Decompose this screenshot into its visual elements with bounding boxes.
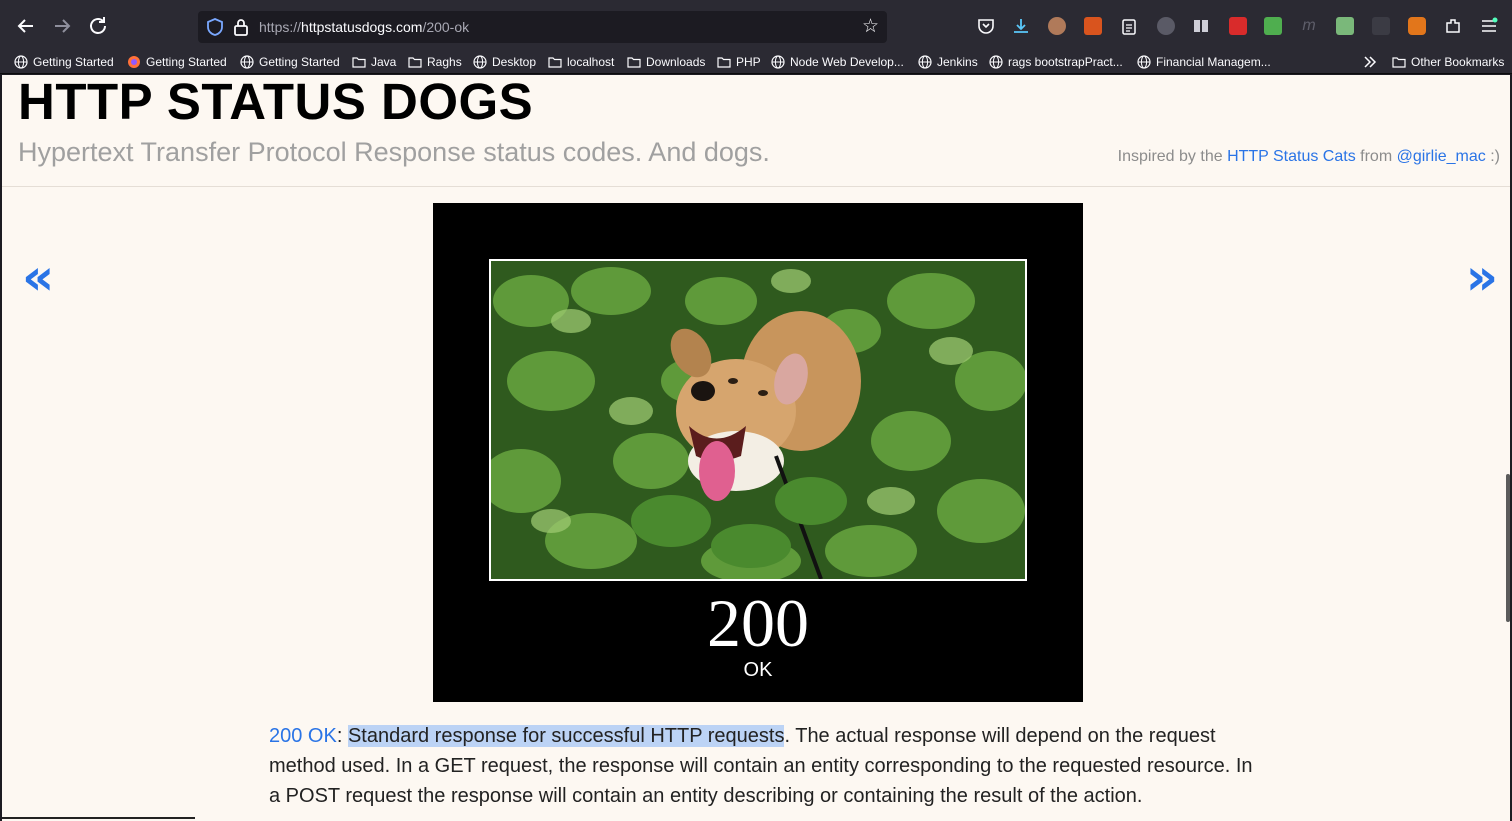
browser-toolbar: https://httpstatusdogs.com/200-ok ☆ m [0,0,1512,50]
arrow-right-icon [55,19,71,33]
next-arrow-link[interactable]: » [1466,249,1498,305]
folder-icon [548,57,562,68]
status-code-link[interactable]: 200 OK [269,725,337,747]
extensions-puzzle-icon[interactable] [1444,17,1462,35]
firefox-icon [128,56,140,68]
globe-icon [14,55,28,69]
bookmark-jenkins[interactable]: Jenkins [918,53,978,71]
highlighted-text: Standard response for successful HTTP re… [347,725,785,747]
globe-icon [771,55,785,69]
inspired-prefix: Inspired by the [1117,148,1223,165]
bookmark-raghs[interactable]: Raghs [408,53,462,71]
globe-icon [240,55,254,69]
bookmark-label: Jenkins [937,55,978,69]
reader-icon[interactable] [1192,17,1210,35]
bookmark-label: Desktop [492,55,537,69]
bookmark-getting-started-3[interactable]: Getting Started [240,53,340,71]
scrollbar-thumb[interactable] [1506,474,1510,622]
url-text[interactable]: https://httpstatusdogs.com/200-ok [259,19,469,35]
reload-button[interactable] [86,14,110,38]
status-poster-image: 200 OK [433,203,1083,702]
bookmark-other-bookmarks[interactable]: Other Bookmarks [1392,53,1504,71]
inspired-mid: from [1360,148,1393,165]
bookmark-getting-started-1[interactable]: Getting Started [14,53,114,71]
extension-ball-icon[interactable] [1157,17,1175,35]
bookmarks-bar: Getting Started Getting Started Getting … [0,50,1512,74]
folder-icon [1392,57,1406,68]
header-divider [2,186,1510,187]
bookmark-label: Node Web Develop... [790,55,904,69]
download-icon[interactable] [1012,17,1030,35]
bookmark-label: Other Bookmarks [1411,55,1505,69]
poster-status-code: 200 [707,585,809,661]
bookmark-desktop[interactable]: Desktop [473,53,536,71]
bookmark-label: Downloads [646,55,706,69]
bookmark-php[interactable]: PHP [717,53,761,71]
url-scheme: https:// [259,19,302,35]
bookmark-label: rags bootstrapPract... [1008,55,1123,69]
bookmark-label: localhost [567,55,615,69]
profile-avatar-icon[interactable] [1048,17,1066,35]
extension-m-icon[interactable]: m [1300,17,1318,35]
clipboard-icon[interactable] [1120,17,1138,35]
dog-in-ivy-illustration [491,261,1025,579]
globe-icon [473,55,487,69]
bookmark-rags-bootstrap[interactable]: rags bootstrapPract... [989,53,1123,71]
star-icon[interactable]: ☆ [862,15,879,37]
extension-orange-icon[interactable] [1084,17,1102,35]
bookmark-label: Raghs [427,55,462,69]
globe-icon [989,55,1003,69]
bookmark-label: Getting Started [259,55,340,69]
pocket-icon[interactable] [977,17,995,35]
menu-icon[interactable] [1480,17,1498,35]
chevron-double-right-icon[interactable] [1362,55,1378,69]
http-status-cats-link[interactable]: HTTP Status Cats [1227,148,1356,165]
bookmark-localhost[interactable]: localhost [548,53,614,71]
bookmark-financial-management[interactable]: Financial Managem... [1137,53,1271,71]
globe-icon [1137,55,1151,69]
poster-status-text: OK [743,659,773,681]
bookmark-label: Getting Started [146,55,227,69]
page-content: HTTP STATUS DOGS Hypertext Transfer Prot… [2,75,1510,821]
folder-icon [408,57,422,68]
shield-icon[interactable] [206,17,224,37]
bookmark-getting-started-2[interactable]: Getting Started [127,53,227,71]
metamask-icon[interactable] [1408,17,1426,35]
url-path: /200-ok [422,19,470,35]
girlie-mac-link[interactable]: @girlie_mac [1397,148,1486,165]
globe-icon [918,55,932,69]
bottom-border-line [2,817,195,819]
forward-button[interactable] [50,14,74,38]
bookmark-label: Getting Started [33,55,114,69]
site-subtitle: Hypertext Transfer Protocol Response sta… [18,137,770,167]
previous-arrow-link[interactable]: « [22,249,54,305]
arrow-left-icon [17,19,33,33]
inspired-suffix: :) [1490,148,1500,165]
extension-green-icon[interactable] [1264,17,1282,35]
address-bar[interactable]: https://httpstatusdogs.com/200-ok ☆ [198,11,887,43]
folder-icon [717,57,731,68]
lock-icon[interactable] [232,17,250,37]
bookmark-label: PHP [736,55,761,69]
inspired-note: Inspired by the HTTP Status Cats from @g… [1118,148,1500,166]
folder-icon [627,57,641,68]
bookmark-node-web-develop[interactable]: Node Web Develop... [771,53,904,71]
back-button[interactable] [14,14,38,38]
bookmark-downloads[interactable]: Downloads [627,53,705,71]
status-description: 200 OK: Standard response for successful… [269,721,1259,811]
url-host: httpstatusdogs.com [301,19,423,35]
bookmark-label: Financial Managem... [1156,55,1271,69]
bookmark-label: Java [371,55,397,69]
extension-red-icon[interactable] [1229,17,1247,35]
folder-icon [352,57,366,68]
bookmark-java[interactable]: Java [352,53,396,71]
caption-colon: : [336,725,343,747]
extension-hammer-icon[interactable] [1372,17,1390,35]
extension-document-icon[interactable] [1336,17,1354,35]
reload-icon [90,17,106,34]
site-title: HTTP STATUS DOGS [18,75,534,130]
dog-photo [489,259,1027,581]
